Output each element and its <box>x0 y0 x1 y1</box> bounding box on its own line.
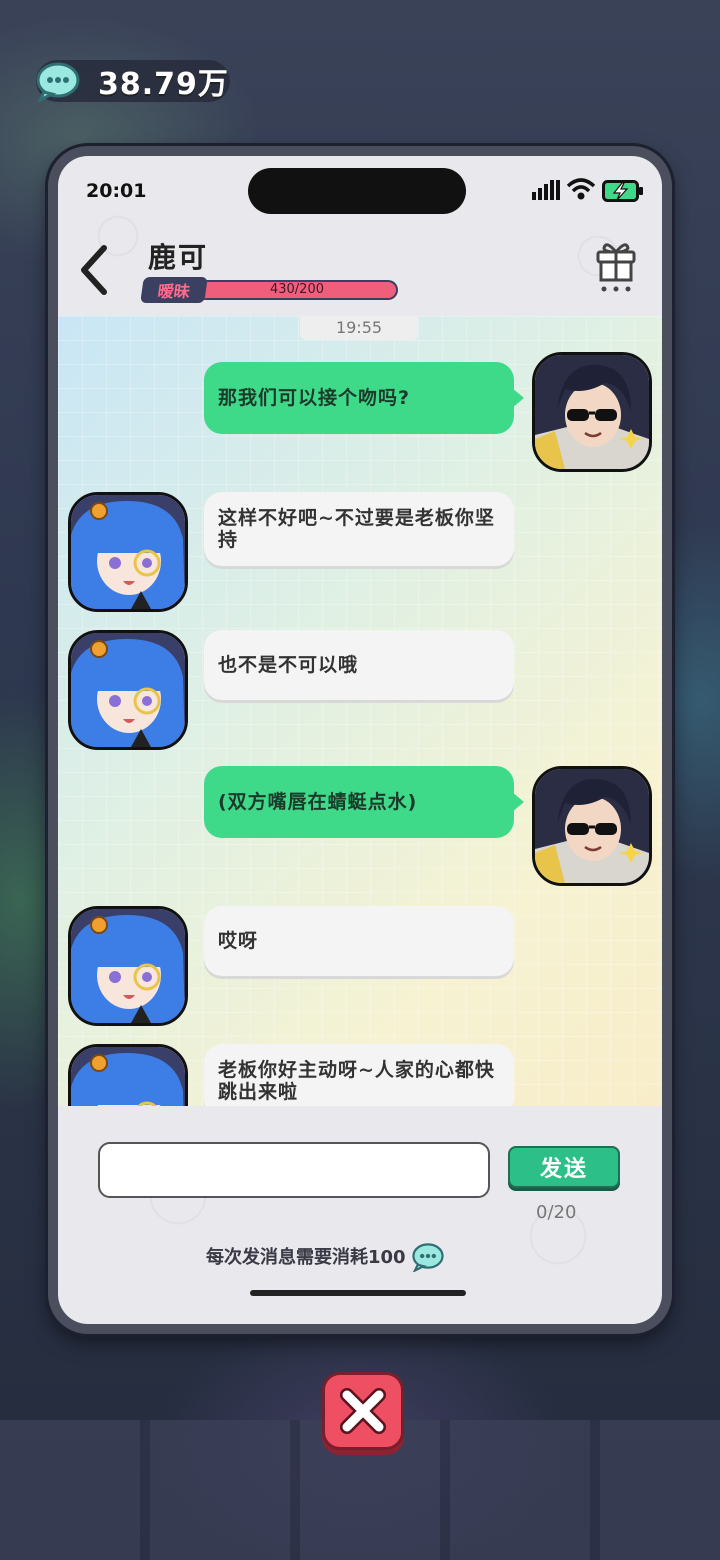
send-button[interactable]: 发送 <box>508 1146 620 1188</box>
her-message-bubble: 老板你好主动呀~人家的心都快跳出来啦 <box>204 1044 514 1106</box>
contact-avatar[interactable] <box>68 906 188 1026</box>
affinity-label: 暧昧 <box>140 277 208 303</box>
her-message-bubble: 哎呀 <box>204 906 514 976</box>
chat-header: 鹿可 暧昧 430/200 <box>58 226 662 316</box>
close-button[interactable] <box>322 1372 404 1450</box>
contact-name: 鹿可 <box>148 241 209 274</box>
message-row: 也不是不可以哦 <box>58 630 662 760</box>
message-cost-note: 每次发消息需要消耗100 <box>206 1240 446 1272</box>
wifi-icon <box>566 178 596 200</box>
message-row: 哎呀 <box>58 906 662 1036</box>
home-indicator[interactable] <box>250 1290 466 1296</box>
contact-portrait-icon <box>71 1047 185 1106</box>
battery-charging-icon <box>602 180 643 202</box>
contact-avatar[interactable] <box>68 492 188 612</box>
dynamic-island <box>248 168 466 214</box>
signal-icon <box>532 180 560 200</box>
player-avatar[interactable] <box>532 352 652 472</box>
chat-timestamp: 19:55 <box>300 316 418 340</box>
chat-coin-icon <box>36 62 80 102</box>
currency-amount: 38.79万 <box>98 67 229 102</box>
message-row: 这样不好吧~不过要是老板你坚持 <box>58 492 662 622</box>
chat-area[interactable]: 19:55 那我们可以接个吻吗? 这样不好吧~不过要是老板你坚持 也不是不可以哦… <box>58 316 662 1106</box>
phone-screen: 20:01 鹿可 暧昧 430/200 19:55 那我们可以接个吻吗? 这样不… <box>58 156 662 1324</box>
status-bar: 20:01 <box>58 156 662 226</box>
player-portrait-icon <box>535 769 649 883</box>
contact-avatar[interactable] <box>68 1044 188 1106</box>
her-message-bubble: 也不是不可以哦 <box>204 630 514 700</box>
char-count: 0/20 <box>536 1202 577 1223</box>
message-row: (双方嘴唇在蜻蜓点水) <box>58 766 662 896</box>
back-icon[interactable] <box>74 240 114 300</box>
contact-portrait-icon <box>71 909 185 1023</box>
message-input[interactable] <box>98 1142 490 1198</box>
affinity-value: 430/200 <box>269 282 324 297</box>
status-time: 20:01 <box>86 180 147 202</box>
contact-portrait-icon <box>71 633 185 747</box>
my-message-bubble: (双方嘴唇在蜻蜓点水) <box>204 766 524 838</box>
player-portrait-icon <box>535 355 649 469</box>
player-avatar[interactable] <box>532 766 652 886</box>
cost-note-text: 每次发消息需要消耗100 <box>206 1247 406 1268</box>
phone-frame: 20:01 鹿可 暧昧 430/200 19:55 那我们可以接个吻吗? 这样不… <box>48 146 672 1334</box>
close-icon <box>340 1388 386 1434</box>
my-message-bubble: 那我们可以接个吻吗? <box>204 362 524 434</box>
affinity-meter: 暧昧 430/200 <box>140 277 402 303</box>
chat-coin-icon <box>411 1243 444 1272</box>
currency-display: 38.79万 <box>36 60 230 102</box>
message-row: 那我们可以接个吻吗? <box>58 352 662 482</box>
contact-portrait-icon <box>71 495 185 609</box>
her-message-bubble: 这样不好吧~不过要是老板你坚持 <box>204 492 514 566</box>
message-row: 老板你好主动呀~人家的心都快跳出来啦 <box>58 1044 662 1106</box>
gift-icon[interactable] <box>594 238 638 294</box>
contact-avatar[interactable] <box>68 630 188 750</box>
